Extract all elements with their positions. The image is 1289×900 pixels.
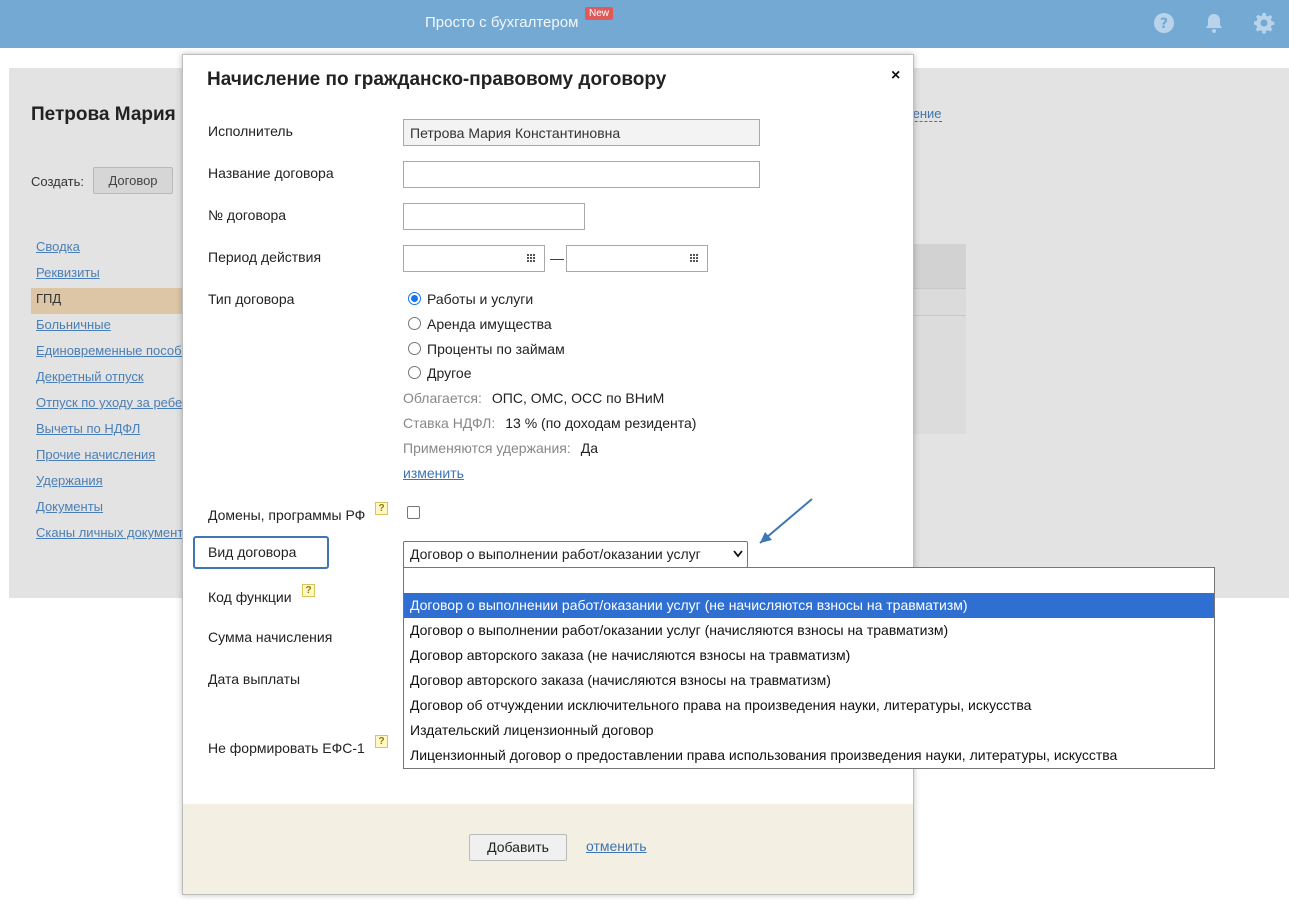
nav-item-sick-leave[interactable]: Больничные (31, 314, 184, 340)
radio-label: Работы и услуги (427, 291, 534, 307)
nav-item-requisites[interactable]: Реквизиты (31, 262, 184, 288)
radio-checked-icon[interactable] (408, 292, 421, 305)
function-code-label: Код функции (208, 589, 292, 605)
executor-label: Исполнитель (208, 123, 293, 139)
dropdown-option[interactable]: Договор об отчуждении исключительного пр… (404, 693, 1214, 718)
domains-checkbox[interactable] (407, 506, 420, 519)
executor-field[interactable] (403, 119, 760, 146)
calendar-icon[interactable] (527, 254, 536, 263)
radio-icon[interactable] (408, 342, 421, 355)
period-label: Период действия (208, 249, 322, 265)
ndfl-rate-info: Ставка НДФЛ: 13 % (по доходам резидента) (403, 415, 696, 431)
help-icon[interactable]: ? (1152, 11, 1176, 35)
contract-kind-value: Договор о выполнении работ/оказании услу… (410, 546, 701, 562)
radio-works-services[interactable]: Работы и услуги (408, 291, 533, 311)
dropdown-option[interactable]: Издательский лицензионный договор (404, 718, 1214, 743)
taxed-key: Облагается: (403, 390, 482, 406)
employee-title: Петрова Мария (31, 104, 176, 125)
radio-loan-interest[interactable]: Проценты по займам (408, 341, 565, 361)
nav-item-childcare[interactable]: Отпуск по уходу за ребе (31, 392, 184, 418)
sidebar-nav: Сводка Реквизиты ГПД Больничные Единовре… (31, 236, 184, 548)
radio-label: Другое (427, 365, 472, 381)
nav-item-withholdings[interactable]: Удержания (31, 470, 184, 496)
add-button[interactable]: Добавить (469, 834, 567, 861)
no-efs-label: Не формировать ЕФС-1 (208, 740, 365, 756)
contract-type-label: Тип договора (208, 291, 295, 307)
nav-item-one-time-benefits[interactable]: Единовременные пособи (31, 340, 184, 366)
close-icon[interactable]: × (891, 67, 900, 85)
amount-label: Сумма начисления (208, 629, 333, 645)
deductions-value: Да (580, 440, 599, 456)
calendar-icon[interactable] (690, 254, 699, 263)
contract-number-label: № договора (208, 207, 287, 223)
brand-title[interactable]: Просто с бухгалтером (425, 14, 578, 31)
dialog-footer: Добавить отменить (183, 804, 913, 894)
radio-icon[interactable] (408, 317, 421, 330)
top-bar: Просто с бухгалтером New ? (0, 0, 1289, 48)
nav-item-other-accruals[interactable]: Прочие начисления (31, 444, 184, 470)
dropdown-option[interactable]: Договор авторского заказа (не начисляютс… (404, 643, 1214, 668)
contract-kind-select[interactable]: Договор о выполнении работ/оказании услу… (403, 541, 748, 568)
radio-label: Проценты по займам (427, 341, 565, 357)
change-link[interactable]: изменить (403, 465, 464, 481)
deductions-key: Применяются удержания: (403, 440, 571, 456)
contract-kind-label: Вид договора (208, 544, 297, 560)
gear-icon[interactable] (1252, 11, 1276, 35)
help-icon[interactable]: ? (302, 584, 315, 597)
deductions-info: Применяются удержания: Да (403, 440, 598, 456)
period-to-field[interactable] (566, 245, 708, 272)
dropdown-option-empty[interactable] (404, 568, 1214, 593)
radio-property-rent[interactable]: Аренда имущества (408, 316, 552, 336)
taxed-info: Облагается: ОПС, ОМС, ОСС по ВНиМ (403, 390, 664, 406)
period-from-field[interactable] (403, 245, 545, 272)
svg-text:?: ? (1160, 16, 1168, 32)
radio-other[interactable]: Другое (408, 365, 471, 385)
contract-number-field[interactable] (403, 203, 585, 230)
annotation-arrow-icon (759, 498, 813, 544)
new-badge: New (585, 7, 614, 20)
radio-icon[interactable] (408, 366, 421, 379)
create-contract-button[interactable]: Договор (93, 167, 173, 194)
nav-item-maternity[interactable]: Декретный отпуск (31, 366, 184, 392)
nav-item-gpd[interactable]: ГПД (31, 288, 184, 314)
dropdown-option[interactable]: Договор авторского заказа (начисляются в… (404, 668, 1214, 693)
dropdown-option[interactable]: Договор о выполнении работ/оказании услу… (404, 593, 1214, 618)
help-icon[interactable]: ? (375, 502, 388, 515)
ndfl-key: Ставка НДФЛ: (403, 415, 496, 431)
radio-label: Аренда имущества (427, 316, 552, 332)
background-table-header (914, 244, 966, 288)
pay-date-label: Дата выплаты (208, 671, 301, 687)
contract-name-field[interactable] (403, 161, 760, 188)
nav-item-documents[interactable]: Документы (31, 496, 184, 522)
chevron-down-icon (733, 550, 743, 558)
nav-item-summary[interactable]: Сводка (31, 236, 184, 262)
background-table (914, 244, 966, 434)
bell-icon[interactable] (1202, 11, 1226, 35)
nav-item-scans[interactable]: Сканы личных документ (31, 522, 184, 548)
background-table-subheader (914, 288, 966, 316)
dropdown-option[interactable]: Договор о выполнении работ/оказании услу… (404, 618, 1214, 643)
dropdown-option[interactable]: Лицензионный договор о предоставлении пр… (404, 743, 1214, 768)
help-icon[interactable]: ? (375, 735, 388, 748)
nav-item-ndfl-deductions[interactable]: Вычеты по НДФЛ (31, 418, 184, 444)
cancel-link[interactable]: отменить (586, 838, 647, 854)
domains-label: Домены, программы РФ (208, 507, 366, 523)
ndfl-value: 13 % (по доходам резидента) (505, 415, 697, 431)
contract-name-label: Название договора (208, 165, 334, 181)
taxed-value: ОПС, ОМС, ОСС по ВНиМ (491, 390, 665, 406)
contract-kind-dropdown: Договор о выполнении работ/оказании услу… (403, 567, 1215, 769)
dialog-title: Начисление по гражданско-правовому догов… (207, 69, 667, 90)
create-label: Создать: (31, 174, 85, 189)
period-dash: — (550, 250, 564, 266)
